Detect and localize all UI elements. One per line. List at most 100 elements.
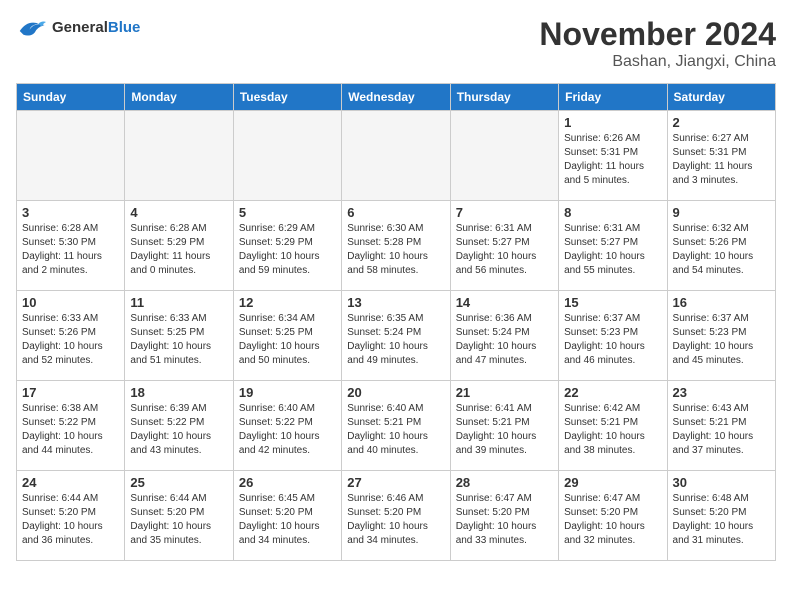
location-label: Bashan, Jiangxi, China bbox=[539, 53, 776, 71]
day-info: Sunrise: 6:46 AM Sunset: 5:20 PM Dayligh… bbox=[347, 492, 444, 548]
day-number: 15 bbox=[564, 295, 661, 310]
calendar-cell: 14 Sunrise: 6:36 AM Sunset: 5:24 PM Dayli… bbox=[450, 291, 558, 381]
day-number: 13 bbox=[347, 295, 444, 310]
day-number: 5 bbox=[239, 205, 336, 220]
day-number: 8 bbox=[564, 205, 661, 220]
day-info: Sunrise: 6:28 AM Sunset: 5:29 PM Dayligh… bbox=[130, 222, 227, 278]
weekday-header-sunday: Sunday bbox=[17, 84, 125, 111]
calendar-table: SundayMondayTuesdayWednesdayThursdayFrid… bbox=[16, 83, 776, 561]
week-row-1: 1 Sunrise: 6:26 AM Sunset: 5:31 PM Daylig… bbox=[17, 111, 776, 201]
calendar-cell: 5 Sunrise: 6:29 AM Sunset: 5:29 PM Daylig… bbox=[233, 201, 341, 291]
weekday-header-saturday: Saturday bbox=[667, 84, 775, 111]
day-number: 9 bbox=[673, 205, 770, 220]
day-info: Sunrise: 6:37 AM Sunset: 5:23 PM Dayligh… bbox=[673, 312, 770, 368]
day-number: 16 bbox=[673, 295, 770, 310]
day-number: 2 bbox=[673, 115, 770, 130]
calendar-cell: 1 Sunrise: 6:26 AM Sunset: 5:31 PM Daylig… bbox=[559, 111, 667, 201]
calendar-cell bbox=[17, 111, 125, 201]
calendar-cell: 2 Sunrise: 6:27 AM Sunset: 5:31 PM Daylig… bbox=[667, 111, 775, 201]
calendar-cell bbox=[450, 111, 558, 201]
day-number: 7 bbox=[456, 205, 553, 220]
calendar-cell bbox=[233, 111, 341, 201]
day-number: 23 bbox=[673, 385, 770, 400]
calendar-cell: 25Sunrise: 6:44 AM Sunset: 5:20 PM Dayli… bbox=[125, 471, 233, 561]
calendar-cell: 29 Sunrise: 6:47 AM Sunset: 5:20 PM Dayli… bbox=[559, 471, 667, 561]
day-number: 18 bbox=[130, 385, 227, 400]
calendar-cell: 8 Sunrise: 6:31 AM Sunset: 5:27 PM Daylig… bbox=[559, 201, 667, 291]
day-info: Sunrise: 6:42 AM Sunset: 5:21 PM Dayligh… bbox=[564, 402, 661, 458]
calendar-cell: 20Sunrise: 6:40 AM Sunset: 5:21 PM Dayli… bbox=[342, 381, 450, 471]
day-info: Sunrise: 6:33 AM Sunset: 5:26 PM Dayligh… bbox=[22, 312, 119, 368]
week-row-5: 24 Sunrise: 6:44 AM Sunset: 5:20 PM Dayli… bbox=[17, 471, 776, 561]
day-info: Sunrise: 6:27 AM Sunset: 5:31 PM Dayligh… bbox=[673, 132, 770, 188]
day-info: Sunrise: 6:36 AM Sunset: 5:24 PM Dayligh… bbox=[456, 312, 553, 368]
day-number: 6 bbox=[347, 205, 444, 220]
day-info: Sunrise: 6:45 AM Sunset: 5:20 PM Dayligh… bbox=[239, 492, 336, 548]
day-number: 30 bbox=[673, 475, 770, 490]
week-row-4: 17Sunrise: 6:38 AM Sunset: 5:22 PM Dayli… bbox=[17, 381, 776, 471]
calendar-cell: 16 Sunrise: 6:37 AM Sunset: 5:23 PM Dayli… bbox=[667, 291, 775, 381]
calendar-cell: 12 Sunrise: 6:34 AM Sunset: 5:25 PM Dayli… bbox=[233, 291, 341, 381]
day-number: 10 bbox=[22, 295, 119, 310]
day-number: 14 bbox=[456, 295, 553, 310]
calendar-cell: 9 Sunrise: 6:32 AM Sunset: 5:26 PM Daylig… bbox=[667, 201, 775, 291]
day-info: Sunrise: 6:44 AM Sunset: 5:20 PM Dayligh… bbox=[22, 492, 119, 548]
calendar-cell: 28 Sunrise: 6:47 AM Sunset: 5:20 PM Dayli… bbox=[450, 471, 558, 561]
logo-icon bbox=[16, 16, 46, 40]
weekday-header-friday: Friday bbox=[559, 84, 667, 111]
day-info: Sunrise: 6:44 AM Sunset: 5:20 PM Dayligh… bbox=[130, 492, 227, 548]
day-number: 12 bbox=[239, 295, 336, 310]
week-row-2: 3Sunrise: 6:28 AM Sunset: 5:30 PM Daylig… bbox=[17, 201, 776, 291]
day-info: Sunrise: 6:47 AM Sunset: 5:20 PM Dayligh… bbox=[456, 492, 553, 548]
calendar-cell: 26 Sunrise: 6:45 AM Sunset: 5:20 PM Dayli… bbox=[233, 471, 341, 561]
calendar-cell: 11 Sunrise: 6:33 AM Sunset: 5:25 PM Dayli… bbox=[125, 291, 233, 381]
calendar-cell: 4Sunrise: 6:28 AM Sunset: 5:29 PM Daylig… bbox=[125, 201, 233, 291]
day-info: Sunrise: 6:31 AM Sunset: 5:27 PM Dayligh… bbox=[564, 222, 661, 278]
weekday-header-row: SundayMondayTuesdayWednesdayThursdayFrid… bbox=[17, 84, 776, 111]
logo: GeneralBlue bbox=[16, 16, 140, 40]
weekday-header-monday: Monday bbox=[125, 84, 233, 111]
calendar-cell: 6 Sunrise: 6:30 AM Sunset: 5:28 PM Daylig… bbox=[342, 201, 450, 291]
day-info: Sunrise: 6:40 AM Sunset: 5:22 PM Dayligh… bbox=[239, 402, 336, 458]
day-info: Sunrise: 6:30 AM Sunset: 5:28 PM Dayligh… bbox=[347, 222, 444, 278]
calendar-cell: 7 Sunrise: 6:31 AM Sunset: 5:27 PM Daylig… bbox=[450, 201, 558, 291]
calendar-cell: 21Sunrise: 6:41 AM Sunset: 5:21 PM Dayli… bbox=[450, 381, 558, 471]
day-info: Sunrise: 6:29 AM Sunset: 5:29 PM Dayligh… bbox=[239, 222, 336, 278]
day-info: Sunrise: 6:35 AM Sunset: 5:24 PM Dayligh… bbox=[347, 312, 444, 368]
day-number: 1 bbox=[564, 115, 661, 130]
day-info: Sunrise: 6:43 AM Sunset: 5:21 PM Dayligh… bbox=[673, 402, 770, 458]
calendar-cell: 22Sunrise: 6:42 AM Sunset: 5:21 PM Dayli… bbox=[559, 381, 667, 471]
title-area: November 2024 Bashan, Jiangxi, China bbox=[539, 16, 776, 71]
calendar-cell: 23 Sunrise: 6:43 AM Sunset: 5:21 PM Dayli… bbox=[667, 381, 775, 471]
weekday-header-thursday: Thursday bbox=[450, 84, 558, 111]
month-title: November 2024 bbox=[539, 16, 776, 53]
day-info: Sunrise: 6:47 AM Sunset: 5:20 PM Dayligh… bbox=[564, 492, 661, 548]
day-number: 24 bbox=[22, 475, 119, 490]
day-number: 27 bbox=[347, 475, 444, 490]
logo-general-text: General bbox=[52, 19, 108, 36]
calendar-cell bbox=[125, 111, 233, 201]
calendar-cell: 3Sunrise: 6:28 AM Sunset: 5:30 PM Daylig… bbox=[17, 201, 125, 291]
day-info: Sunrise: 6:34 AM Sunset: 5:25 PM Dayligh… bbox=[239, 312, 336, 368]
day-number: 11 bbox=[130, 295, 227, 310]
day-info: Sunrise: 6:32 AM Sunset: 5:26 PM Dayligh… bbox=[673, 222, 770, 278]
calendar-cell: 17Sunrise: 6:38 AM Sunset: 5:22 PM Dayli… bbox=[17, 381, 125, 471]
day-number: 19 bbox=[239, 385, 336, 400]
day-number: 28 bbox=[456, 475, 553, 490]
week-row-3: 10 Sunrise: 6:33 AM Sunset: 5:26 PM Dayli… bbox=[17, 291, 776, 381]
day-number: 29 bbox=[564, 475, 661, 490]
weekday-header-wednesday: Wednesday bbox=[342, 84, 450, 111]
calendar-cell: 30 Sunrise: 6:48 AM Sunset: 5:20 PM Dayli… bbox=[667, 471, 775, 561]
weekday-header-tuesday: Tuesday bbox=[233, 84, 341, 111]
day-number: 3 bbox=[22, 205, 119, 220]
day-info: Sunrise: 6:31 AM Sunset: 5:27 PM Dayligh… bbox=[456, 222, 553, 278]
calendar-cell: 19 Sunrise: 6:40 AM Sunset: 5:22 PM Dayli… bbox=[233, 381, 341, 471]
day-info: Sunrise: 6:40 AM Sunset: 5:21 PM Dayligh… bbox=[347, 402, 444, 458]
calendar-cell: 24 Sunrise: 6:44 AM Sunset: 5:20 PM Dayli… bbox=[17, 471, 125, 561]
day-number: 26 bbox=[239, 475, 336, 490]
day-info: Sunrise: 6:33 AM Sunset: 5:25 PM Dayligh… bbox=[130, 312, 227, 368]
day-info: Sunrise: 6:26 AM Sunset: 5:31 PM Dayligh… bbox=[564, 132, 661, 188]
day-number: 17 bbox=[22, 385, 119, 400]
day-info: Sunrise: 6:48 AM Sunset: 5:20 PM Dayligh… bbox=[673, 492, 770, 548]
day-info: Sunrise: 6:41 AM Sunset: 5:21 PM Dayligh… bbox=[456, 402, 553, 458]
